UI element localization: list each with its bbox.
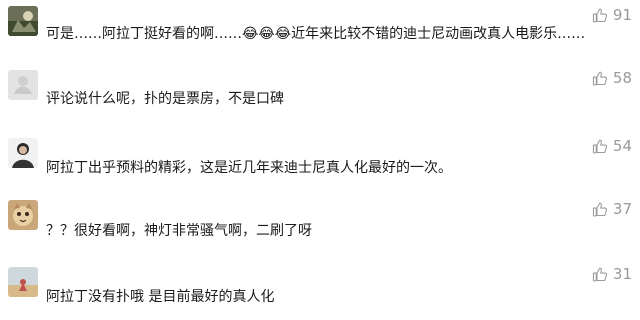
like-count: 37 [612, 200, 632, 218]
comment-item: 阿拉丁没有扑哦 是目前最好的真人化 31 [0, 256, 640, 320]
avatar[interactable] [8, 6, 38, 36]
cat-avatar-icon [8, 200, 38, 230]
like-button[interactable]: 31 [592, 265, 632, 283]
person-avatar-icon [8, 138, 38, 168]
comment-list: 可是……阿拉丁挺好看的啊……😂😂😂近年来比较不错的迪士尼动画改真人电影乐…… 9… [0, 0, 640, 320]
comment-text: 评论说什么呢，扑的是票房，不是口碑 [46, 91, 284, 107]
thumbs-up-icon [592, 71, 607, 85]
comment-text: ？？很好看啊，神灯非常骚气啊，二刷了呀 [46, 223, 312, 239]
avatar[interactable] [8, 70, 38, 100]
like-count: 58 [612, 69, 632, 87]
comment-item: 阿拉丁出乎预料的精彩，这是近几年来迪士尼真人化最好的一次。 54 [0, 128, 640, 192]
comment-item: 评论说什么呢，扑的是票房，不是口碑 58 [0, 64, 640, 128]
like-button[interactable]: 91 [592, 6, 632, 24]
comment-item: 可是……阿拉丁挺好看的啊……😂😂😂近年来比较不错的迪士尼动画改真人电影乐…… 9… [0, 0, 640, 64]
like-count: 91 [612, 6, 632, 24]
beach-avatar-icon [8, 267, 38, 297]
thumbs-up-icon [592, 202, 607, 216]
like-button[interactable]: 58 [592, 69, 632, 87]
comment-item: ？？很好看啊，神灯非常骚气啊，二刷了呀 37 [0, 192, 640, 256]
gray-avatar-icon [8, 70, 38, 100]
like-button[interactable]: 54 [592, 137, 632, 155]
comment-text: 阿拉丁没有扑哦 是目前最好的真人化 [46, 289, 275, 305]
avatar[interactable] [8, 200, 38, 230]
landscape-avatar-icon [8, 6, 38, 36]
like-count: 54 [612, 137, 632, 155]
thumbs-up-icon [592, 267, 607, 281]
like-count: 31 [612, 265, 632, 283]
comment-text: 阿拉丁出乎预料的精彩，这是近几年来迪士尼真人化最好的一次。 [46, 160, 452, 176]
comment-text: 可是……阿拉丁挺好看的啊……😂😂😂近年来比较不错的迪士尼动画改真人电影乐…… [46, 26, 586, 42]
like-button[interactable]: 37 [592, 200, 632, 218]
avatar[interactable] [8, 267, 38, 297]
thumbs-up-icon [592, 8, 607, 22]
thumbs-up-icon [592, 139, 607, 153]
avatar[interactable] [8, 138, 38, 168]
